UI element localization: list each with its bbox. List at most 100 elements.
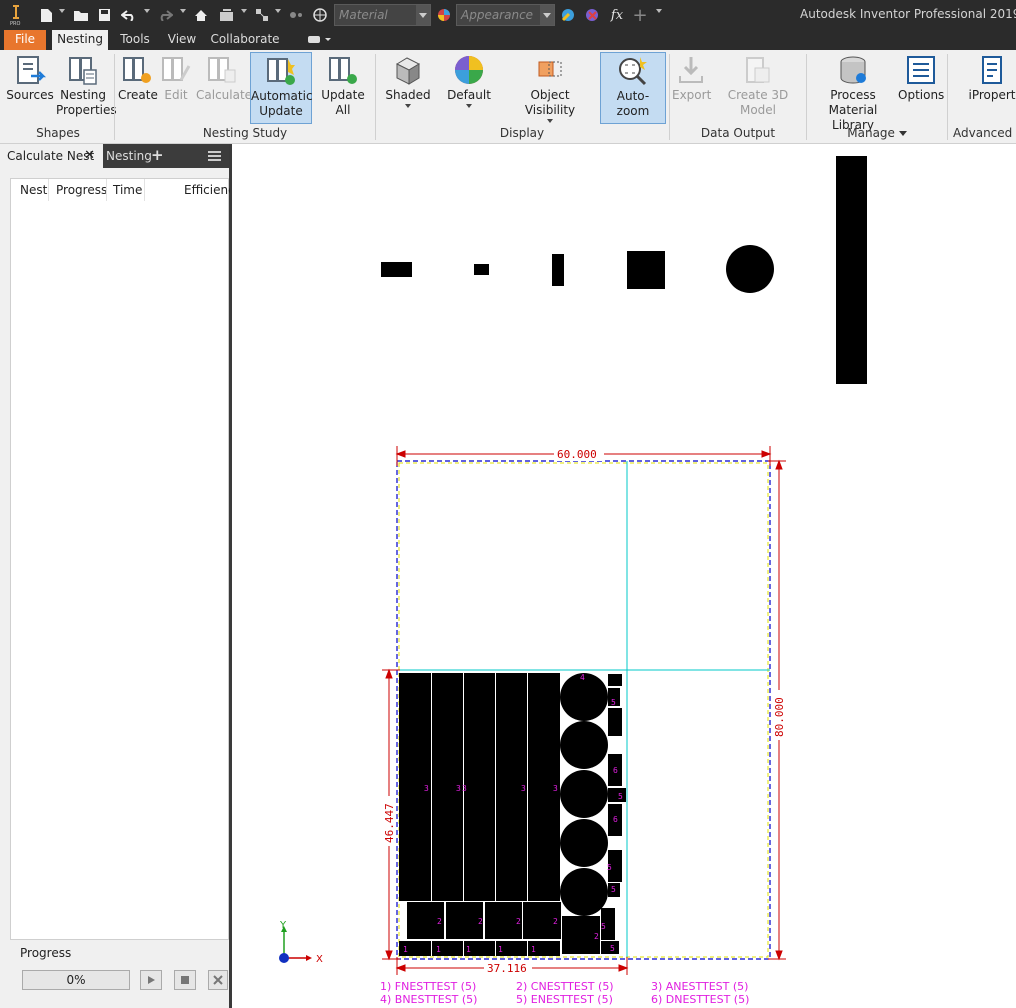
app-title: Autodesk Inventor Professional 2019: [800, 7, 1016, 21]
measure-icon[interactable]: [288, 6, 304, 24]
clear-appearance-icon[interactable]: [584, 6, 600, 24]
column-header-time[interactable]: Time: [107, 179, 145, 201]
play-button[interactable]: [140, 970, 162, 990]
source-shape-small-rectangle[interactable]: [474, 264, 489, 275]
auto-zoom-button[interactable]: Auto-zoom: [600, 52, 666, 124]
legend-item: 1) FNESTTEST (5): [380, 980, 477, 993]
nested-part[interactable]: [608, 674, 622, 686]
svg-text:PRO: PRO: [10, 21, 20, 26]
nested-part[interactable]: [560, 868, 608, 916]
column-header-efficiency[interactable]: Efficienc: [145, 179, 230, 201]
nested-part[interactable]: [560, 819, 608, 867]
customize-dropdown-caret[interactable]: [656, 9, 662, 13]
appearance-combo[interactable]: Appearance: [456, 4, 555, 26]
close-icon[interactable]: ✕: [84, 148, 95, 163]
material-combo[interactable]: Material: [334, 4, 431, 26]
inventor-logo-icon[interactable]: PRO: [8, 4, 24, 26]
edit-button[interactable]: Edit: [158, 52, 194, 124]
source-shape-square[interactable]: [627, 251, 665, 289]
tab-view[interactable]: View: [164, 30, 200, 50]
calculate-button[interactable]: Calculate: [196, 52, 252, 124]
part-label: 1: [498, 945, 503, 954]
nested-part[interactable]: [560, 770, 608, 818]
part-label: 6: [613, 815, 618, 824]
save-icon[interactable]: [96, 6, 112, 24]
dimension-height: 80.000: [773, 697, 786, 737]
source-shape-narrow-rectangle[interactable]: [552, 254, 564, 286]
process-material-library-button[interactable]: Process Material Library: [810, 52, 896, 132]
legend-item: 2) CNESTTEST (5): [516, 980, 614, 993]
source-shape-tall-bar[interactable]: [836, 156, 867, 384]
update-dropdown-caret[interactable]: [241, 9, 247, 13]
new-file-icon[interactable]: [38, 6, 54, 24]
redo-icon[interactable]: [156, 6, 174, 24]
part-label: 5: [601, 922, 606, 931]
part-label: 1: [531, 945, 536, 954]
progress-bar: 0%: [22, 970, 130, 990]
cancel-button[interactable]: [208, 970, 228, 990]
nested-part[interactable]: [608, 708, 622, 736]
appearance-color-icon[interactable]: [436, 6, 452, 24]
options-button[interactable]: Options: [898, 52, 944, 124]
shaded-cube-icon: [395, 57, 421, 85]
open-icon[interactable]: [72, 6, 90, 24]
tab-nesting-browser[interactable]: Nesting: [106, 149, 152, 163]
shaded-dropdown-caret[interactable]: [405, 104, 411, 108]
automatic-update-button[interactable]: Automatic Update: [250, 52, 313, 124]
parameters-fx-icon[interactable]: fx: [608, 6, 626, 24]
sources-icon: [17, 56, 47, 84]
new-dropdown-caret[interactable]: [59, 9, 65, 13]
object-visibility-dropdown-caret[interactable]: [547, 119, 553, 123]
select-icon[interactable]: [254, 6, 270, 24]
default-appearance-button[interactable]: Default: [444, 52, 494, 124]
sources-button[interactable]: Sources: [6, 52, 54, 124]
tab-file[interactable]: File: [4, 30, 46, 50]
tab-tools[interactable]: Tools: [116, 30, 154, 50]
column-header-progress[interactable]: Progress: [49, 179, 107, 201]
export-button[interactable]: Export: [672, 52, 711, 124]
redo-dropdown-caret[interactable]: [180, 9, 186, 13]
title-bar: PRO Material Appearance fx + Autodesk In…: [0, 0, 1016, 30]
legend-item: 5) ENESTTEST (5): [516, 993, 613, 1006]
source-shape-circle[interactable]: [726, 245, 774, 293]
nest-drawing: 3 3 3 3 3 4 5 6 5 6 5 5 2 2 2 2 2 5 5 1 …: [279, 156, 867, 975]
iproperties-icon: [982, 56, 1002, 84]
create-3d-model-button[interactable]: Create 3D Model: [712, 52, 804, 124]
nested-part[interactable]: [560, 721, 608, 769]
part-label: 1: [403, 945, 408, 954]
create-button[interactable]: Create: [118, 52, 158, 124]
group-label-display: Display: [499, 126, 545, 140]
tab-collaborate[interactable]: Collaborate: [210, 30, 280, 50]
update-icon[interactable]: [218, 6, 236, 24]
undo-icon[interactable]: [120, 6, 138, 24]
nested-part[interactable]: [608, 788, 626, 802]
stop-button[interactable]: [174, 970, 196, 990]
home-icon[interactable]: [193, 6, 209, 24]
nested-parts: [399, 673, 626, 956]
tab-nesting[interactable]: Nesting: [52, 30, 108, 50]
group-label-manage[interactable]: Manage: [810, 126, 944, 140]
add-tab-icon[interactable]: +: [151, 146, 164, 164]
select-dropdown-caret[interactable]: [275, 9, 281, 13]
object-visibility-button[interactable]: Object Visibility: [506, 52, 594, 124]
adjust-appearance-icon[interactable]: [560, 6, 576, 24]
nesting-properties-button[interactable]: Nesting Properties: [56, 52, 117, 124]
legend-item: 3) ANESTTEST (5): [651, 980, 749, 993]
ribbon-display-toggle[interactable]: [304, 30, 334, 50]
part-label: 1: [466, 945, 471, 954]
undo-dropdown-caret[interactable]: [144, 9, 150, 13]
globe-icon[interactable]: [312, 6, 328, 24]
iproperties-button[interactable]: iPropert: [968, 52, 1016, 124]
nested-part[interactable]: [464, 673, 495, 901]
source-shape-rectangle[interactable]: [381, 262, 412, 277]
add-icon[interactable]: +: [632, 5, 648, 26]
y-axis-label: Y: [279, 920, 287, 931]
part-label: 2: [553, 917, 558, 926]
default-dropdown-caret[interactable]: [466, 104, 472, 108]
column-header-nest[interactable]: Nest: [11, 179, 49, 201]
graphics-window[interactable]: 3 3 3 3 3 4 5 6 5 6 5 5 2 2 2 2 2 5 5 1 …: [232, 144, 1016, 1008]
tab-calculate-nest[interactable]: Calculate Nest ✕: [0, 144, 103, 168]
hamburger-menu-icon[interactable]: [208, 151, 221, 161]
shaded-button[interactable]: Shaded: [384, 52, 432, 124]
update-all-button[interactable]: Update All: [314, 52, 372, 124]
